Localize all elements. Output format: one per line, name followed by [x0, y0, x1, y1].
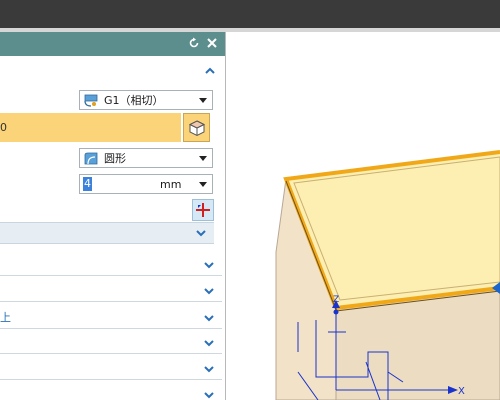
- model-view: X Z: [275, 150, 500, 400]
- continuity-dropdown[interactable]: G1（相切）: [79, 90, 213, 110]
- collapsed-section-4[interactable]: [0, 332, 222, 354]
- chevron-down-icon: [199, 98, 207, 103]
- chevron-down-icon[interactable]: [199, 182, 207, 187]
- continuity-label: G1（相切）: [104, 94, 164, 107]
- chevron-down-icon[interactable]: [202, 336, 216, 350]
- application-top-bar: [0, 0, 500, 28]
- tangent-continuity-icon: [84, 94, 100, 107]
- collapsed-section-3[interactable]: 上: [0, 307, 222, 329]
- radius-value[interactable]: 4: [83, 177, 92, 191]
- shape-label: 圆形: [104, 152, 126, 165]
- settings-group-bar[interactable]: [0, 222, 214, 244]
- edge-blend-dialog: G1（相切） 0 圆形 4 mm 上: [0, 32, 226, 400]
- circular-shape-icon: [84, 152, 100, 165]
- collapsed-section-2[interactable]: [0, 280, 222, 302]
- collapse-section-icon[interactable]: [203, 64, 217, 78]
- collapsed-section-5[interactable]: [0, 358, 222, 380]
- chevron-down-icon[interactable]: [202, 388, 216, 400]
- chevron-down-icon[interactable]: [194, 226, 208, 240]
- chevron-down-icon[interactable]: [202, 284, 216, 298]
- chevron-down-icon[interactable]: [202, 311, 216, 325]
- cube-icon: [188, 120, 205, 137]
- shape-dropdown[interactable]: 圆形: [79, 148, 213, 168]
- close-icon[interactable]: [204, 35, 220, 53]
- section-label: 上: [0, 311, 11, 324]
- radius-input[interactable]: 4 mm: [79, 174, 213, 194]
- chevron-down-icon[interactable]: [202, 258, 216, 272]
- reset-icon[interactable]: [186, 35, 202, 53]
- chevron-down-icon: [199, 156, 207, 161]
- specify-point-button[interactable]: [192, 199, 214, 221]
- dialog-header: [0, 32, 225, 56]
- collapsed-section-1[interactable]: [0, 254, 222, 276]
- selected-edge-field[interactable]: 0: [0, 113, 181, 142]
- collapsed-section-6[interactable]: [0, 384, 222, 400]
- graphics-viewport[interactable]: X Z: [228, 32, 500, 400]
- select-edge-button[interactable]: [183, 113, 210, 142]
- axis-x-label: X: [458, 386, 465, 397]
- selected-edge-count: 0: [0, 121, 7, 134]
- point-icon: [196, 203, 210, 217]
- axis-z-label: Z: [333, 295, 339, 305]
- chevron-down-icon[interactable]: [202, 362, 216, 376]
- radius-unit: mm: [160, 178, 182, 191]
